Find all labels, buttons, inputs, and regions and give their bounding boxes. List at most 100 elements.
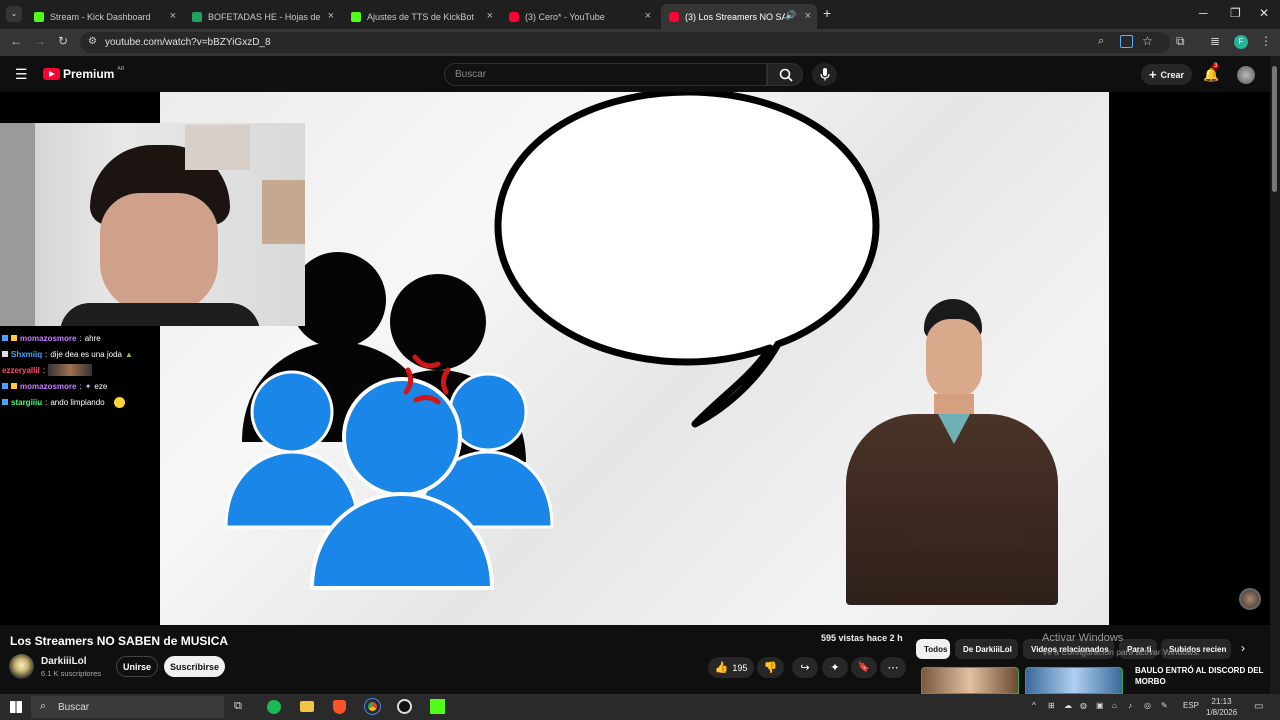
maximize-icon[interactable]: ❐ bbox=[1230, 6, 1241, 20]
tray-app-icon[interactable]: ⊞ bbox=[1048, 701, 1055, 710]
windows-activation-hint: Ve a Configuración para activar Windows. bbox=[1042, 647, 1200, 657]
task-view-icon[interactable]: ⧉ bbox=[234, 700, 242, 713]
back-icon[interactable]: ← bbox=[10, 34, 22, 48]
close-icon[interactable]: × bbox=[805, 10, 811, 22]
close-icon[interactable]: × bbox=[328, 10, 334, 22]
clock-date: 1/8/2026 bbox=[1206, 708, 1238, 717]
emote-icon: ▲ bbox=[124, 349, 133, 359]
search-button[interactable] bbox=[767, 63, 803, 86]
chip-all[interactable]: Todos bbox=[916, 639, 950, 659]
emote-icon: ✦ bbox=[84, 381, 92, 391]
chrome-icon[interactable] bbox=[364, 698, 381, 715]
close-icon[interactable]: × bbox=[170, 10, 176, 22]
subscribe-button[interactable]: Suscribirse bbox=[164, 656, 225, 677]
webcam-overlay bbox=[0, 123, 305, 326]
browser-tab-youtube-cero[interactable]: (3) Cero* - YouTube × bbox=[501, 4, 657, 29]
chat-username: Shxmiiq bbox=[11, 349, 43, 359]
zoom-icon[interactable]: ⌕ bbox=[1098, 35, 1104, 48]
menu-dots-icon[interactable]: ⋮ bbox=[1260, 34, 1272, 48]
kick-app-icon[interactable] bbox=[430, 699, 445, 714]
tray-volume-icon[interactable]: ♪ bbox=[1128, 701, 1132, 710]
share-icon: ↪ bbox=[800, 662, 810, 674]
channel-name[interactable]: DarkiiiLol bbox=[41, 656, 87, 667]
like-count: 195 bbox=[732, 662, 748, 673]
create-label: Crear bbox=[1160, 69, 1185, 80]
notifications-button[interactable]: 🔔 3 bbox=[1203, 63, 1220, 84]
channel-avatar[interactable] bbox=[9, 654, 34, 679]
file-explorer-icon[interactable] bbox=[300, 701, 314, 712]
close-icon[interactable]: × bbox=[645, 10, 651, 22]
chat-username: momazosmore bbox=[20, 333, 77, 343]
spotify-icon[interactable] bbox=[267, 700, 281, 714]
brave-icon[interactable] bbox=[333, 700, 346, 714]
tray-pen-icon[interactable]: ✎ bbox=[1161, 701, 1168, 710]
tray-clock[interactable]: 21:13 1/8/2026 bbox=[1206, 696, 1237, 718]
dislike-button[interactable]: 👎 bbox=[757, 657, 784, 678]
chevron-right-icon[interactable]: › bbox=[1241, 641, 1245, 655]
profile-avatar[interactable]: F bbox=[1234, 35, 1248, 49]
tray-network-icon[interactable]: ⌂ bbox=[1112, 701, 1117, 710]
recommended-video-title[interactable]: BAULO ENTRÓ AL DISCORD DEL MORBO bbox=[1135, 665, 1270, 687]
tray-cloud-icon[interactable]: ☁ bbox=[1064, 701, 1072, 710]
notification-center-icon[interactable]: ▭ bbox=[1254, 701, 1263, 712]
tray-app-icon[interactable]: ◎ bbox=[1144, 701, 1151, 710]
extensions-icon[interactable]: ⧉ bbox=[1176, 34, 1185, 49]
video-player[interactable]: momazosmore: ahre Shxmiiq: dije dea es u… bbox=[0, 92, 1270, 625]
tab-label: (3) Cero* - YouTube bbox=[525, 11, 605, 22]
badge-icon bbox=[2, 335, 8, 341]
chat-username: ezzeryallil bbox=[2, 365, 40, 375]
recommended-thumbnail[interactable] bbox=[1025, 667, 1123, 694]
reading-list-icon[interactable]: ≣ bbox=[1210, 34, 1220, 48]
chat-text: ahre bbox=[84, 333, 101, 343]
more-actions-button[interactable]: ⋯ bbox=[880, 657, 906, 678]
browser-tab-kickbot[interactable]: Ajustes de TTS de KickBot × bbox=[343, 4, 499, 29]
chat-separator: : bbox=[45, 349, 48, 359]
scrollbar-thumb[interactable] bbox=[1272, 66, 1277, 192]
install-app-icon[interactable] bbox=[1120, 35, 1133, 48]
channel-watermark-icon[interactable] bbox=[1239, 588, 1261, 610]
tray-language[interactable]: ESP bbox=[1183, 701, 1199, 710]
bookmark-star-icon[interactable]: ☆ bbox=[1142, 34, 1153, 48]
browser-tab-kick-dashboard[interactable]: Stream - Kick Dashboard × bbox=[26, 4, 182, 29]
video-title: Los Streamers NO SABEN de MUSICA bbox=[10, 634, 229, 648]
new-tab-icon[interactable]: + bbox=[823, 5, 831, 21]
voice-search-button[interactable] bbox=[812, 63, 837, 86]
tray-app-icon[interactable]: ◍ bbox=[1080, 701, 1087, 710]
address-bar[interactable]: ⚙ youtube.com/watch?v=bBZYiGxzD_8 ⌕ ☆ bbox=[80, 32, 1170, 53]
chip-from-channel[interactable]: De DarkiiiLol bbox=[955, 639, 1018, 659]
share-button[interactable]: ↪ bbox=[792, 657, 818, 678]
join-button[interactable]: Unirse bbox=[116, 656, 158, 677]
browser-tab-sheets[interactable]: BOFETADAS HE - Hojas de cálc × bbox=[184, 4, 340, 29]
more-dots-icon: ⋯ bbox=[887, 662, 899, 674]
obs-icon[interactable] bbox=[397, 699, 412, 714]
windows-taskbar: ⌕ Buscar ⧉ ^ ⊞ ☁ ◍ ▣ ⌂ ♪ ◎ ✎ ESP 21:13 1… bbox=[0, 694, 1280, 720]
close-window-icon[interactable]: ✕ bbox=[1259, 6, 1269, 20]
youtube-logo[interactable]: Premium AR bbox=[43, 66, 124, 81]
search-input[interactable] bbox=[455, 69, 755, 80]
audio-icon[interactable]: 🔊 bbox=[785, 10, 796, 21]
windows-start-icon[interactable] bbox=[10, 701, 22, 713]
site-info-icon[interactable]: ⚙ bbox=[88, 36, 97, 47]
browser-tab-youtube-active[interactable]: (3) Los Streamers NO SABE 🔊 × bbox=[661, 4, 817, 29]
tab-search-icon[interactable]: ⌄ bbox=[6, 6, 22, 22]
save-button[interactable]: 🔖 bbox=[851, 657, 877, 678]
close-icon[interactable]: × bbox=[487, 10, 493, 22]
reload-icon[interactable]: ↻ bbox=[58, 34, 68, 48]
chat-overlay: momazosmore: ahre Shxmiiq: dije dea es u… bbox=[0, 330, 160, 410]
taskbar-search[interactable]: ⌕ Buscar bbox=[31, 696, 224, 718]
tab-label: BOFETADAS HE - Hojas de cálc bbox=[208, 11, 320, 22]
chip-label: De DarkiiiLol bbox=[963, 644, 1012, 654]
tab-label: (3) Los Streamers NO SABE bbox=[685, 11, 785, 22]
forward-icon[interactable]: → bbox=[34, 34, 46, 48]
create-button[interactable]: + Crear bbox=[1141, 64, 1192, 85]
recommended-thumbnail[interactable] bbox=[921, 667, 1019, 694]
page-scrollbar[interactable] bbox=[1270, 56, 1280, 696]
hamburger-menu-icon[interactable]: ☰ bbox=[15, 66, 28, 83]
chat-message: momazosmore: ✦ eze bbox=[0, 378, 160, 394]
account-avatar[interactable] bbox=[1237, 66, 1255, 84]
tray-chevron-icon[interactable]: ^ bbox=[1032, 701, 1036, 710]
minimize-icon[interactable]: ─ bbox=[1199, 6, 1208, 20]
like-button[interactable]: 👍 195 bbox=[708, 657, 754, 678]
tray-app-icon[interactable]: ▣ bbox=[1096, 701, 1104, 710]
ask-ai-button[interactable]: ✦ bbox=[822, 657, 848, 678]
